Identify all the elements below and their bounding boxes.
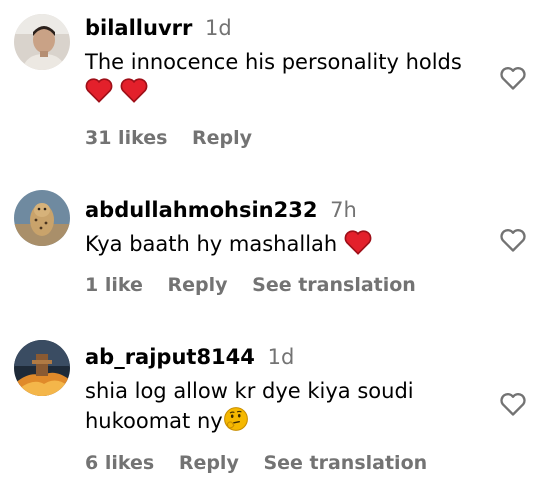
username[interactable]: bilalluvrr bbox=[85, 16, 192, 40]
comment-text-content: The innocence his personality holds bbox=[85, 50, 462, 74]
see-translation-button[interactable]: See translation bbox=[263, 452, 427, 474]
timestamp: 1d bbox=[205, 16, 232, 40]
reply-button[interactable]: Reply bbox=[168, 274, 228, 296]
timestamp: 7h bbox=[330, 198, 357, 222]
red-heart-emoji bbox=[85, 77, 113, 111]
comment-actions: 1 like Reply See translation bbox=[85, 274, 434, 296]
avatar[interactable] bbox=[14, 14, 70, 70]
comments-list: bilalluvrr 1d The innocence his personal… bbox=[0, 0, 543, 483]
thinking-face-emoji bbox=[223, 406, 249, 440]
comment-text-content: Kya baath hy mashallah bbox=[85, 232, 338, 256]
avatar[interactable] bbox=[14, 190, 70, 246]
comment-actions: 31 likes Reply bbox=[85, 127, 270, 149]
red-heart-emoji bbox=[120, 77, 148, 111]
comment-text-line: hukoomat ny bbox=[85, 409, 223, 433]
reply-button[interactable]: Reply bbox=[179, 452, 239, 474]
comment-text: shia log allow kr dye kiya soudi hukooma… bbox=[85, 376, 485, 440]
see-translation-button[interactable]: See translation bbox=[252, 274, 416, 296]
heart-outline-icon[interactable] bbox=[499, 65, 527, 91]
comment-text: Kya baath hy mashallah bbox=[85, 229, 485, 263]
likes-count[interactable]: 1 like bbox=[85, 274, 143, 296]
username[interactable]: abdullahmohsin232 bbox=[85, 198, 317, 222]
username[interactable]: ab_rajput8144 bbox=[85, 345, 255, 369]
likes-count[interactable]: 6 likes bbox=[85, 452, 154, 474]
comment-actions: 6 likes Reply See translation bbox=[85, 452, 445, 474]
timestamp: 1d bbox=[267, 345, 295, 369]
heart-outline-icon[interactable] bbox=[499, 227, 527, 253]
likes-count[interactable]: 31 likes bbox=[85, 127, 167, 149]
comment-text-line: shia log allow kr dye kiya soudi bbox=[85, 379, 414, 403]
comment-text: The innocence his personality holds bbox=[85, 47, 485, 111]
red-heart-emoji bbox=[344, 229, 372, 263]
reply-button[interactable]: Reply bbox=[192, 127, 252, 149]
avatar[interactable] bbox=[14, 340, 70, 396]
heart-outline-icon[interactable] bbox=[499, 391, 527, 417]
